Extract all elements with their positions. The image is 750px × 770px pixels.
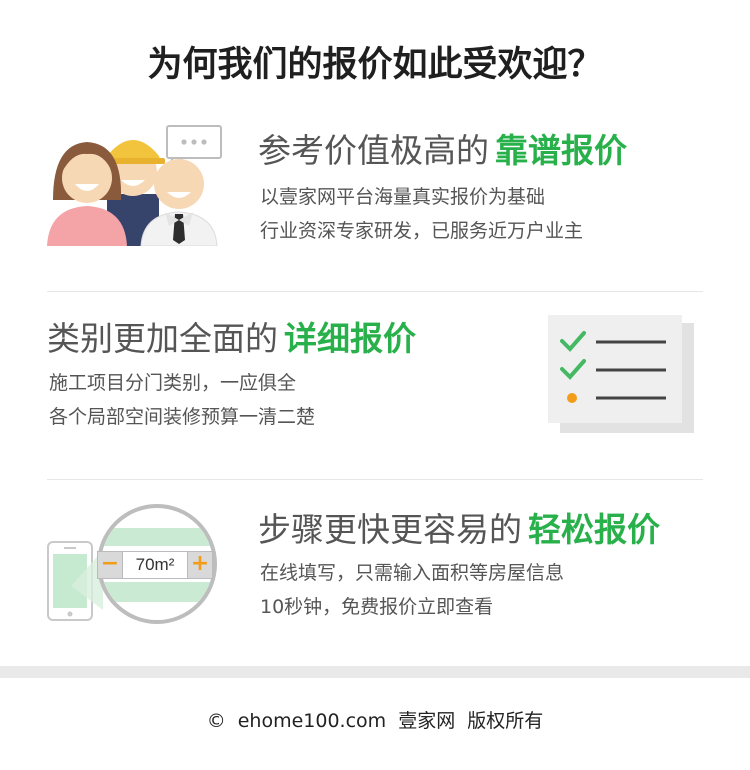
heading-highlight: 轻松报价 bbox=[528, 510, 660, 549]
feature-heading: 参考价值极高的 靠谱报价 bbox=[258, 124, 627, 172]
section-divider bbox=[47, 479, 703, 480]
footer-domain-link[interactable]: ehome100.com bbox=[238, 710, 386, 732]
description-line: 在线填写，只需输入面积等房屋信息 bbox=[260, 562, 565, 584]
feature-heading: 类别更加全面的 详细报价 bbox=[47, 312, 416, 360]
checklist-icon bbox=[546, 313, 696, 435]
feature-description: 以壹家网平台海量真实报价为基础 行业资深专家研发，已服务近万户业主 bbox=[260, 180, 583, 248]
heading-prefix: 步骤更快更容易的 bbox=[258, 510, 522, 549]
description-line: 10秒钟，免费报价立即查看 bbox=[260, 596, 494, 618]
page-title: 为何我们的报价如此受欢迎？ bbox=[147, 45, 603, 85]
stepper-plus-button[interactable]: + bbox=[187, 551, 213, 579]
footer-rights: 版权所有 bbox=[467, 710, 544, 732]
area-value[interactable]: 70m² bbox=[123, 551, 187, 579]
description-line: 施工项目分门类别，一应俱全 bbox=[49, 372, 297, 394]
people-group-icon bbox=[45, 122, 225, 247]
feature-description: 施工项目分门类别，一应俱全 各个局部空间装修预算一清二楚 bbox=[49, 366, 315, 434]
feature-heading: 步骤更快更容易的 轻松报价 bbox=[258, 503, 660, 551]
heading-highlight: 详细报价 bbox=[284, 319, 416, 358]
footer: © ehome100.com 壹家网 版权所有 bbox=[0, 706, 750, 733]
area-stepper: − 70m² + bbox=[97, 551, 213, 581]
section-divider bbox=[47, 291, 703, 292]
stepper-minus-button[interactable]: − bbox=[97, 551, 123, 579]
description-line: 行业资深专家研发，已服务近万户业主 bbox=[260, 220, 584, 242]
description-line: 以壹家网平台海量真实报价为基础 bbox=[260, 186, 546, 208]
copyright-symbol: © bbox=[206, 710, 226, 732]
heading-prefix: 类别更加全面的 bbox=[47, 319, 278, 358]
heading-prefix: 参考价值极高的 bbox=[258, 131, 489, 170]
footer-site-name: 壹家网 bbox=[398, 710, 456, 732]
description-line: 各个局部空间装修预算一清二楚 bbox=[49, 406, 316, 428]
footer-separator bbox=[0, 666, 750, 678]
feature-description: 在线填写，只需输入面积等房屋信息 10秒钟，免费报价立即查看 bbox=[260, 556, 564, 624]
heading-highlight: 靠谱报价 bbox=[495, 131, 627, 170]
